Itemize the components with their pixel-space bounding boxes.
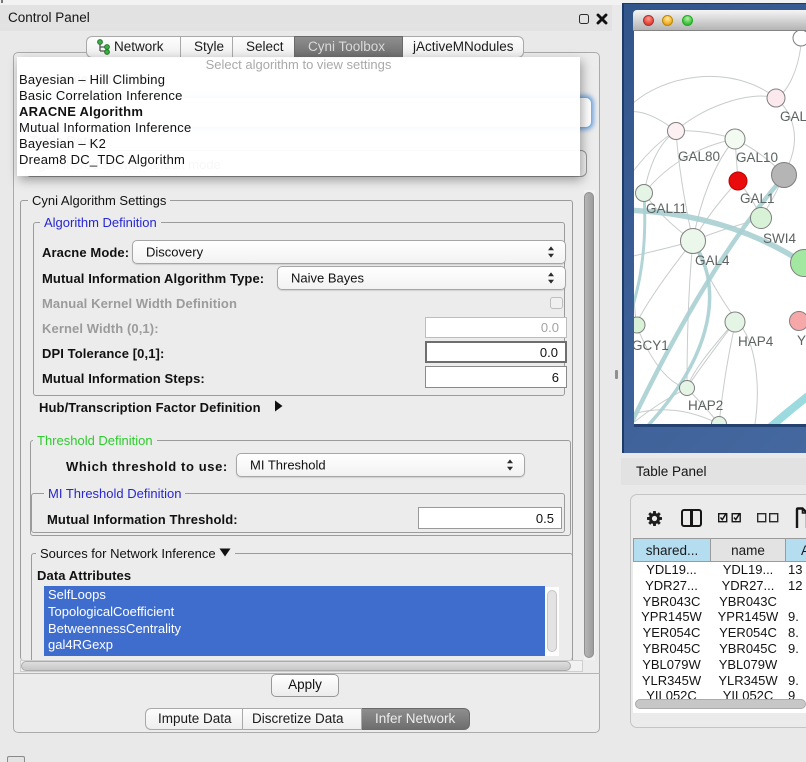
svg-text:GCY1: GCY1 — [634, 338, 669, 353]
svg-text:HAP4: HAP4 — [738, 334, 774, 349]
svg-text:Y: Y — [797, 333, 806, 348]
svg-text:GAL: GAL — [780, 109, 806, 124]
svg-text:GAL11: GAL11 — [646, 201, 687, 216]
svg-text:SWI4: SWI4 — [763, 231, 796, 246]
svg-text:GAL4: GAL4 — [695, 253, 730, 268]
svg-text:GAL80: GAL80 — [678, 149, 720, 164]
svg-text:GAL10: GAL10 — [736, 150, 778, 165]
svg-text:GAL1: GAL1 — [740, 191, 775, 206]
svg-text:HAP2: HAP2 — [688, 398, 723, 413]
